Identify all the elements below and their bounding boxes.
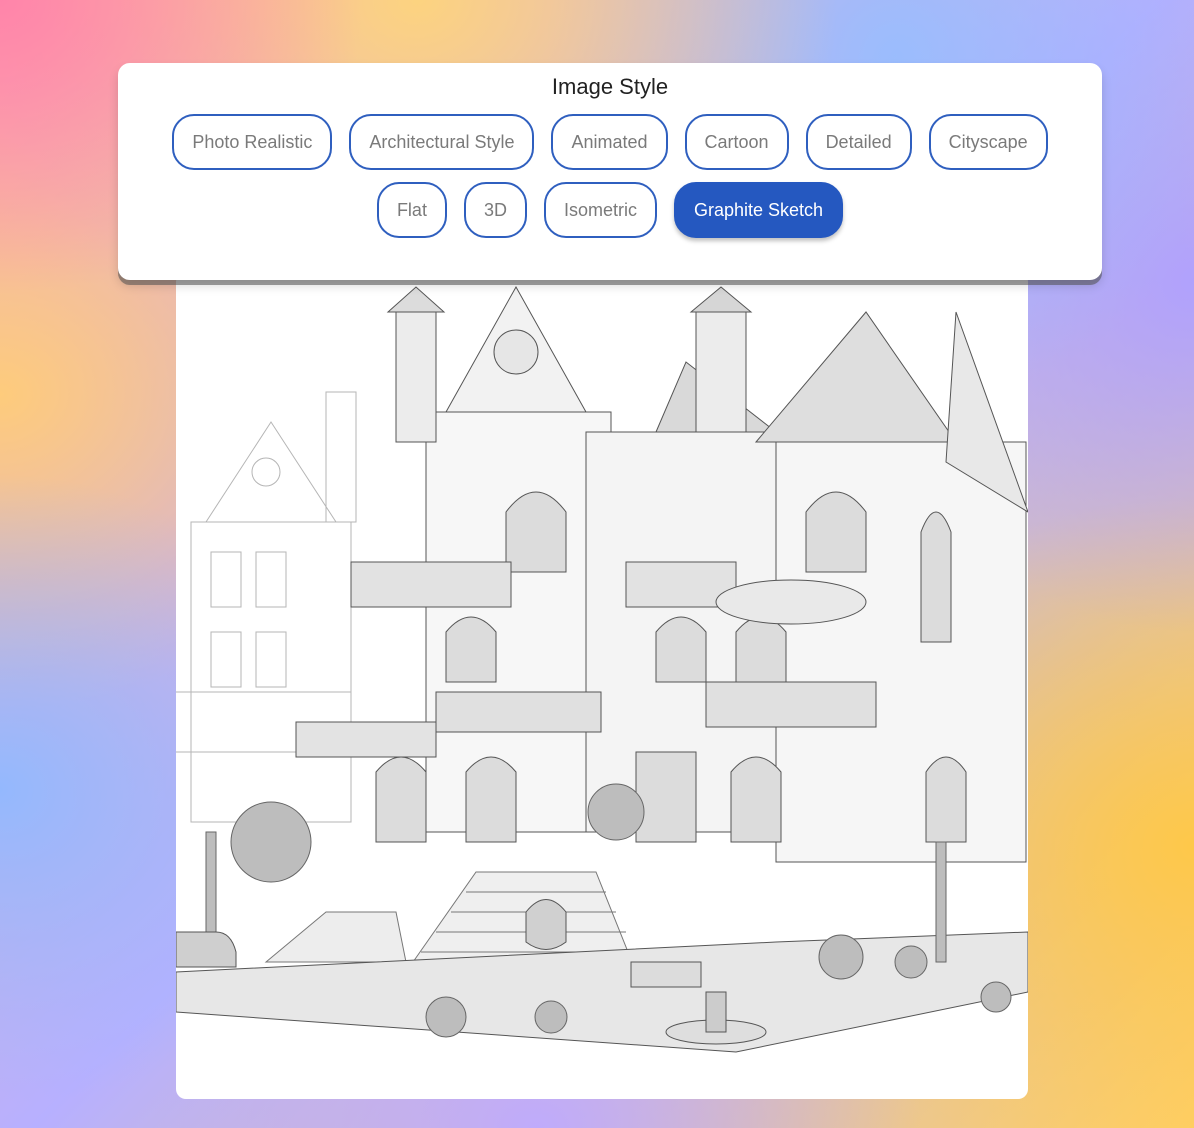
panel-title: Image Style (551, 74, 669, 99)
style-option-cartoon[interactable]: Cartoon (684, 114, 789, 170)
style-option-flat[interactable]: Flat (376, 182, 447, 238)
generated-image (176, 272, 1028, 1099)
style-option-architectural-style[interactable]: Architectural Style (349, 114, 535, 170)
mansion-sketch-image (176, 285, 1028, 1053)
style-option-animated[interactable]: Animated (551, 114, 668, 170)
style-options-row-1: Photo Realistic Architectural Style Anim… (118, 114, 1102, 170)
style-option-photo-realistic[interactable]: Photo Realistic (172, 114, 333, 170)
image-style-panel: Image Style Photo Realistic Architectura… (118, 63, 1102, 280)
style-option-3d[interactable]: 3D (463, 182, 527, 238)
style-option-isometric[interactable]: Isometric (543, 182, 657, 238)
style-option-graphite-sketch[interactable]: Graphite Sketch (673, 182, 844, 238)
style-options-row-2: Flat 3D Isometric Graphite Sketch (118, 182, 1102, 238)
style-option-detailed[interactable]: Detailed (805, 114, 912, 170)
style-option-cityscape[interactable]: Cityscape (928, 114, 1048, 170)
